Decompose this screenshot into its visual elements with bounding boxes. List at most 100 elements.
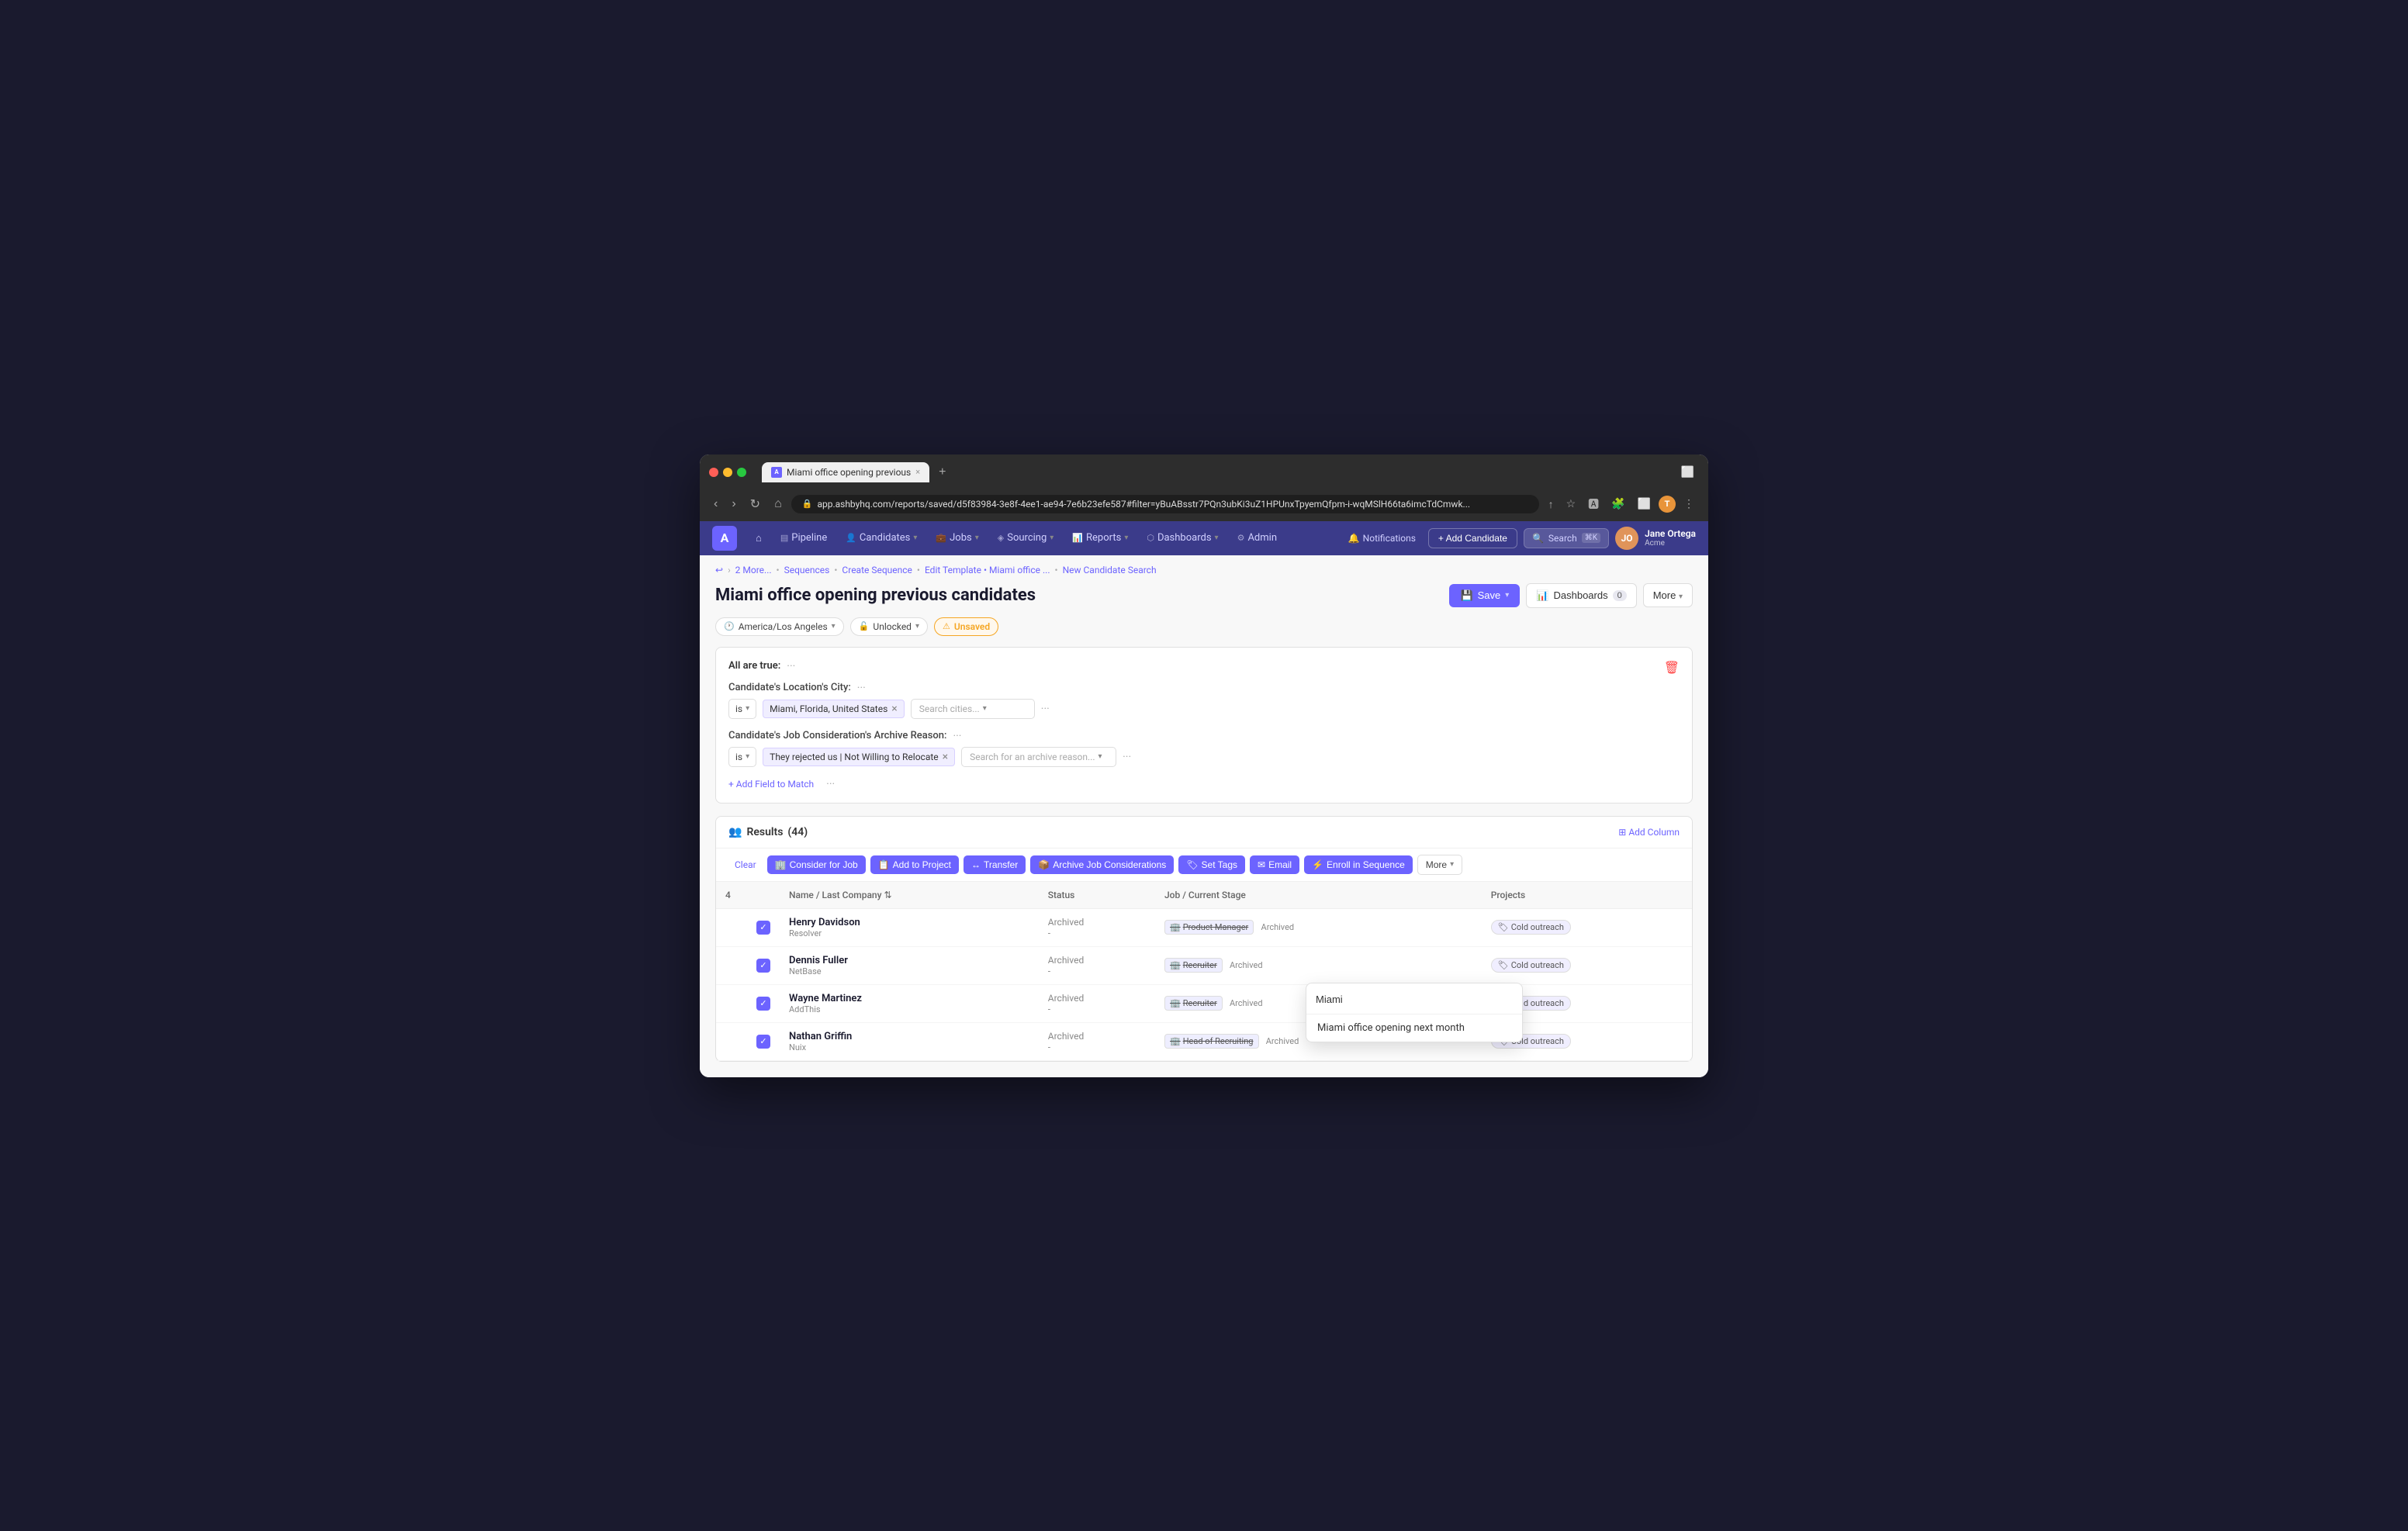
- candidate-name[interactable]: Henry Davidson: [789, 917, 1029, 928]
- nav-candidates[interactable]: 👤 Candidates ▾: [836, 521, 926, 555]
- job-tag[interactable]: 🏢 Head of Recruiting: [1164, 1034, 1259, 1049]
- refresh-button[interactable]: ↻: [746, 493, 765, 515]
- add-field-dots[interactable]: ···: [826, 778, 835, 790]
- nav-home[interactable]: ⌂: [746, 521, 771, 555]
- share-icon[interactable]: ↑: [1544, 495, 1559, 513]
- nav-pipeline[interactable]: ▤ Pipeline: [771, 521, 836, 555]
- profile-icon[interactable]: T: [1659, 496, 1676, 513]
- delete-filter-button[interactable]: 🗑: [1664, 660, 1680, 675]
- search-cities-input[interactable]: Search cities... ▾: [911, 699, 1035, 719]
- transfer-icon: ↔: [971, 859, 981, 870]
- save-button[interactable]: 💾 Save ▾: [1449, 584, 1520, 607]
- city-tag-remove-icon[interactable]: ×: [891, 703, 897, 715]
- job-tag[interactable]: 🏢 Recruiter: [1164, 996, 1223, 1011]
- search-archive-reason-input[interactable]: Search for an archive reason... ▾: [961, 747, 1116, 767]
- address-bar[interactable]: 🔒 app.ashbyhq.com/reports/saved/d5f83984…: [791, 495, 1539, 513]
- clear-button[interactable]: Clear: [728, 856, 763, 873]
- set-tags-label: Set Tags: [1202, 859, 1237, 870]
- candidate-company: NetBase: [789, 966, 1029, 976]
- fullscreen-window-button[interactable]: [737, 468, 746, 477]
- new-tab-button[interactable]: +: [932, 462, 952, 482]
- row-3-checkbox[interactable]: ✓: [756, 997, 770, 1011]
- menu-dots-icon[interactable]: ⋮: [1679, 494, 1699, 513]
- home-button[interactable]: ⌂: [770, 494, 787, 514]
- dropdown-item-miami[interactable]: Miami office opening next month: [1306, 1014, 1522, 1042]
- row-4-checkbox[interactable]: ✓: [756, 1035, 770, 1049]
- name-sort-icon[interactable]: ⇅: [884, 890, 891, 900]
- table-header: 4 Name / Last Company ⇅ Status: [716, 882, 1692, 909]
- candidate-name[interactable]: Dennis Fuller: [789, 955, 1029, 966]
- city-row-dots[interactable]: ···: [1041, 703, 1050, 715]
- global-search-bar[interactable]: 🔍 Search ⌘K: [1524, 528, 1609, 548]
- browser-controls: A Miami office opening previous × + ⬜: [709, 462, 1699, 482]
- status-value: Archived: [1048, 917, 1146, 928]
- breadcrumb-edit-template[interactable]: Edit Template • Miami office ...: [925, 565, 1050, 575]
- nav-dashboards-label: Dashboards: [1157, 532, 1212, 544]
- dropdown-search-input[interactable]: [1316, 994, 1513, 1005]
- candidate-name[interactable]: Wayne Martinez: [789, 993, 1029, 1004]
- close-window-button[interactable]: [709, 468, 718, 477]
- candidate-name[interactable]: Nathan Griffin: [789, 1031, 1029, 1042]
- archive-reason-field-dots[interactable]: ···: [953, 730, 961, 742]
- timezone-chip[interactable]: 🕐 America/Los Angeles ▾: [715, 617, 844, 636]
- active-tab[interactable]: A Miami office opening previous ×: [762, 462, 929, 482]
- more-button[interactable]: More ▾: [1643, 583, 1693, 607]
- back-button[interactable]: ‹: [709, 494, 722, 514]
- transfer-button[interactable]: ↔ Transfer: [964, 855, 1026, 874]
- breadcrumb-create-sequence[interactable]: Create Sequence: [842, 565, 912, 575]
- bookmark-icon[interactable]: ☆: [1562, 494, 1581, 513]
- nav-admin[interactable]: ⚙ Admin: [1228, 521, 1286, 555]
- dropdown-input-wrapper: [1306, 983, 1522, 1014]
- breadcrumb-sequences[interactable]: Sequences: [784, 565, 830, 575]
- consider-for-job-button[interactable]: 🏢 Consider for Job: [767, 855, 866, 874]
- job-tag[interactable]: 🏢 Recruiter: [1164, 958, 1223, 973]
- city-field-dots[interactable]: ···: [857, 682, 866, 694]
- breadcrumb-more[interactable]: 2 More...: [735, 565, 772, 575]
- nav-reports[interactable]: 📊 Reports ▾: [1063, 521, 1137, 555]
- archive-reason-operator-select[interactable]: is ▾: [728, 747, 756, 767]
- toolbar-more-button[interactable]: More ▾: [1417, 855, 1462, 875]
- add-column-button[interactable]: ⊞ Add Column: [1618, 827, 1680, 838]
- project-tag: 🏷 Cold outreach: [1491, 920, 1571, 935]
- breadcrumb-back-icon[interactable]: ↩: [715, 565, 723, 575]
- unlocked-chip[interactable]: 🔓 Unlocked ▾: [850, 617, 928, 636]
- minimize-window-button[interactable]: [723, 468, 732, 477]
- nav-dashboards[interactable]: ⬡ Dashboards ▾: [1137, 521, 1227, 555]
- forward-button[interactable]: ›: [727, 494, 740, 514]
- archive-reason-tag-remove-icon[interactable]: ×: [943, 751, 948, 763]
- archive-job-considerations-button[interactable]: 📦 Archive Job Considerations: [1030, 855, 1174, 874]
- row-1-checkbox[interactable]: ✓: [756, 921, 770, 935]
- user-info[interactable]: Jane Ortega Acme: [1645, 528, 1696, 548]
- add-to-project-button[interactable]: 📋 Add to Project: [870, 855, 959, 874]
- add-field-button[interactable]: + Add Field to Match: [728, 779, 814, 790]
- nav-jobs[interactable]: 💼 Jobs ▾: [926, 521, 988, 555]
- city-operator-select[interactable]: is ▾: [728, 699, 756, 719]
- unsaved-chip[interactable]: ⚠ Unsaved: [934, 617, 998, 636]
- add-candidate-button[interactable]: + Add Candidate: [1428, 528, 1517, 548]
- notifications-button[interactable]: 🔔 Notifications: [1342, 530, 1422, 547]
- unsaved-label: Unsaved: [954, 621, 990, 632]
- filter-header-dots[interactable]: ···: [787, 660, 795, 672]
- tab-close-icon[interactable]: ×: [915, 467, 920, 477]
- nav-sourcing[interactable]: ◈ Sourcing ▾: [988, 521, 1064, 555]
- window-minimize-icon[interactable]: ⬜: [1676, 462, 1699, 482]
- job-tag[interactable]: 🏢 Product Manager: [1164, 920, 1254, 935]
- app-logo[interactable]: A: [712, 526, 737, 551]
- archive-reason-filter-tag: They rejected us | Not Willing to Reloca…: [763, 748, 955, 766]
- enroll-sequence-button[interactable]: ⚡ Enroll in Sequence: [1304, 855, 1413, 874]
- email-button[interactable]: ✉ Email: [1250, 855, 1299, 874]
- archive-row-dots[interactable]: ···: [1123, 751, 1131, 763]
- sidebar-icon[interactable]: ⬜: [1633, 494, 1656, 513]
- extension-icon[interactable]: 🅰: [1583, 493, 1604, 515]
- avatar[interactable]: JO: [1615, 527, 1638, 550]
- filter-rule-1: Candidate's Location's City: ··· is ▾ Mi…: [728, 682, 1664, 719]
- results-table: 4 Name / Last Company ⇅ Status: [716, 882, 1692, 1061]
- set-tags-button[interactable]: 🏷 Set Tags: [1178, 855, 1245, 874]
- breadcrumb-sep-0: ›: [728, 565, 731, 575]
- puzzle-icon[interactable]: 🧩: [1607, 494, 1629, 513]
- toolbar-more-chevron-icon: ▾: [1450, 860, 1454, 869]
- dashboards-button[interactable]: 📊 Dashboards 0: [1526, 583, 1636, 608]
- breadcrumb-new-candidate-search[interactable]: New Candidate Search: [1063, 565, 1157, 575]
- row-2-checkbox[interactable]: ✓: [756, 959, 770, 973]
- search-archive-chevron-icon: ▾: [1098, 752, 1102, 761]
